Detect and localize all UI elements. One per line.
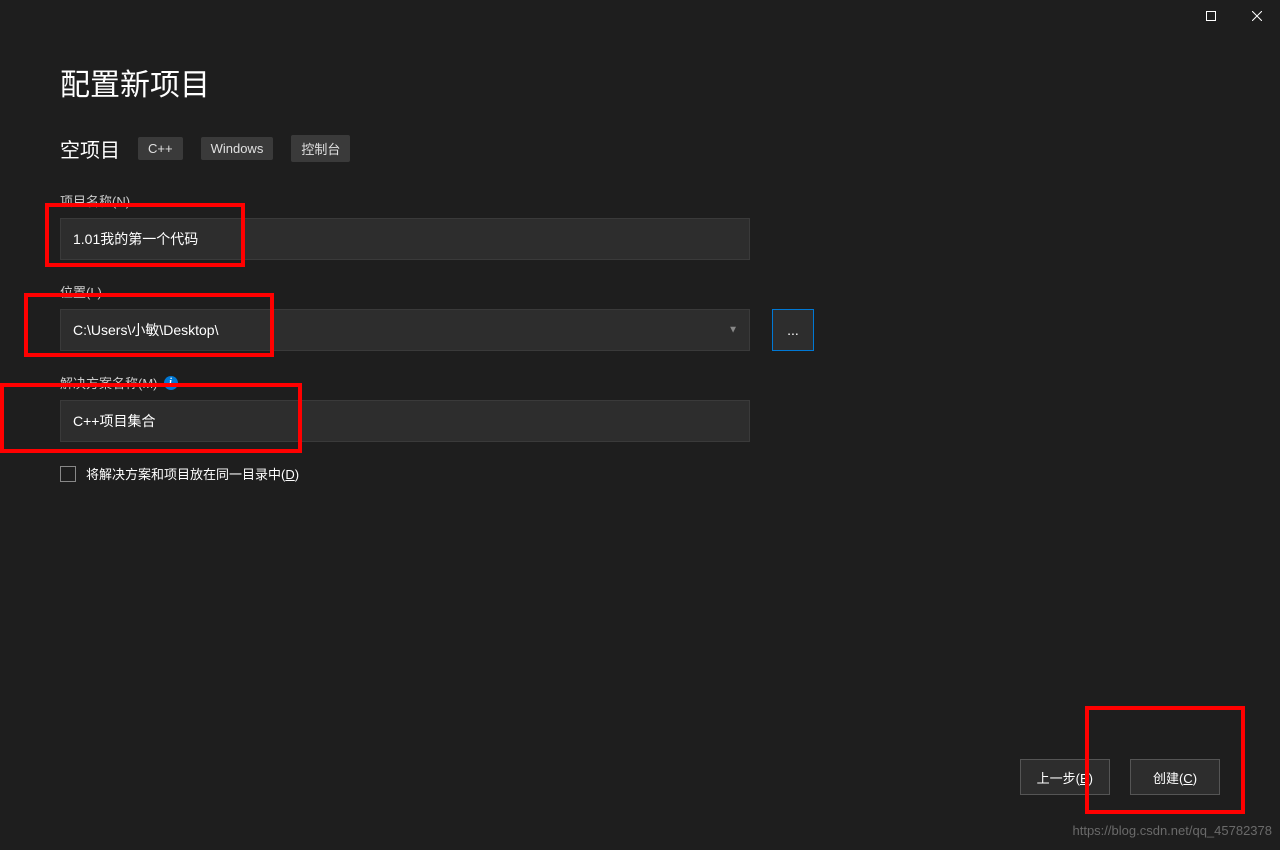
- dialog-content: 配置新项目 空项目 C++ Windows 控制台 项目名称(N) 位置(L) …: [0, 0, 1280, 483]
- close-button[interactable]: [1234, 0, 1280, 32]
- watermark: https://blog.csdn.net/qq_45782378: [1073, 823, 1273, 838]
- browse-button[interactable]: ...: [772, 309, 814, 351]
- location-label: 位置(L): [60, 282, 1220, 301]
- tag-cpp: C++: [138, 137, 183, 160]
- same-directory-checkbox[interactable]: [60, 466, 76, 482]
- solution-name-group: 解决方案名称(M) i: [60, 373, 1220, 442]
- tag-windows: Windows: [201, 137, 274, 160]
- solution-name-input[interactable]: [60, 400, 750, 442]
- footer-buttons: 上一步(B) 创建(C): [1020, 759, 1220, 795]
- info-icon[interactable]: i: [164, 376, 178, 390]
- location-group: 位置(L) ▼ ...: [60, 282, 1220, 351]
- maximize-button[interactable]: [1188, 0, 1234, 32]
- location-select-wrapper: ▼: [60, 309, 750, 351]
- back-button[interactable]: 上一步(B): [1020, 759, 1110, 795]
- window-controls: [1188, 0, 1280, 32]
- project-name-input[interactable]: [60, 218, 750, 260]
- location-input[interactable]: [60, 309, 750, 351]
- same-directory-row: 将解决方案和项目放在同一目录中(D): [60, 464, 1220, 483]
- project-type-name: 空项目: [60, 134, 120, 163]
- project-type-row: 空项目 C++ Windows 控制台: [60, 134, 1220, 163]
- solution-name-label-text: 解决方案名称(M): [60, 373, 158, 392]
- close-icon: [1252, 11, 1262, 21]
- same-directory-label[interactable]: 将解决方案和项目放在同一目录中(D): [86, 464, 299, 483]
- solution-name-label: 解决方案名称(M) i: [60, 373, 1220, 392]
- page-title: 配置新项目: [60, 60, 1220, 104]
- location-row: ▼ ...: [60, 309, 1220, 351]
- tag-console: 控制台: [291, 135, 350, 162]
- create-button[interactable]: 创建(C): [1130, 759, 1220, 795]
- project-name-label: 项目名称(N): [60, 191, 1220, 210]
- maximize-icon: [1206, 11, 1216, 21]
- project-name-group: 项目名称(N): [60, 191, 1220, 260]
